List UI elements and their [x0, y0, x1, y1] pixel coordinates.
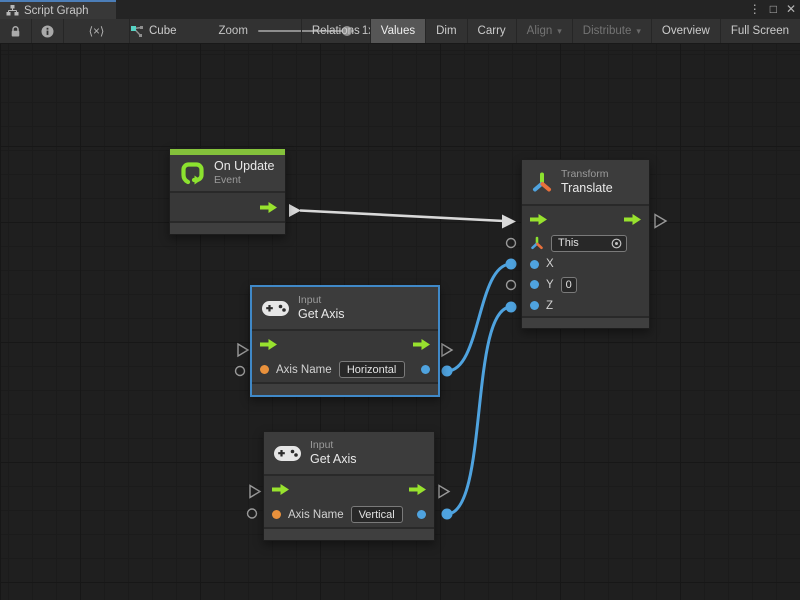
transform-axes-icon: [531, 171, 553, 194]
axis-name-row: Axis Name Vertical: [264, 502, 434, 527]
result-port-dot[interactable]: [421, 365, 430, 374]
get-axis-h-name-port[interactable]: [236, 367, 245, 376]
y-input-row: Y 0: [522, 274, 649, 295]
node-title: Get Axis: [298, 307, 345, 323]
z-port-dot[interactable]: [530, 301, 539, 310]
translate-z-port-dot[interactable]: [506, 302, 517, 313]
object-picker-icon[interactable]: [611, 238, 622, 249]
x-port-dot[interactable]: [530, 260, 539, 269]
node-translate[interactable]: Transform Translate This: [521, 159, 650, 329]
axis-name-value: Horizontal: [347, 364, 397, 376]
translate-exec-out-port[interactable]: [655, 215, 666, 228]
target-object-value: This: [558, 237, 579, 249]
gamepad-icon: [273, 445, 302, 462]
x-input-row: X: [522, 254, 649, 274]
node-header[interactable]: Input Get Axis: [252, 287, 438, 331]
node-subtitle: Event: [214, 174, 274, 187]
node-header[interactable]: On Update Event: [170, 155, 285, 193]
node-get-axis-vertical[interactable]: Input Get Axis Axis Name Vertical: [263, 431, 435, 541]
target-row: This: [522, 232, 649, 254]
get-axis-v-exec-in-port[interactable]: [250, 486, 260, 498]
exec-row: [264, 476, 434, 502]
node-get-axis-horizontal[interactable]: Input Get Axis Axis Name Horizontal: [250, 285, 440, 397]
node-title: On Update: [214, 159, 274, 175]
node-footer: [252, 382, 438, 395]
unity-window: Script Graph ⋮ □ ✕: [0, 0, 800, 600]
get-axis-h-out-dot[interactable]: [442, 366, 453, 377]
axis-name-label: Axis Name: [276, 364, 332, 376]
flow-arrow-out-icon[interactable]: [413, 339, 430, 350]
wire-on-update-to-translate[interactable]: [300, 211, 504, 222]
node-category: Transform: [561, 168, 613, 181]
gamepad-icon: [261, 300, 290, 317]
axis-name-port-dot[interactable]: [260, 365, 269, 374]
x-port-label: X: [546, 258, 554, 270]
flow-arrow-out-icon[interactable]: [409, 484, 426, 495]
result-port-dot[interactable]: [417, 510, 426, 519]
wire-end-arrow[interactable]: [502, 215, 516, 229]
translate-x-port-dot[interactable]: [506, 259, 517, 270]
wire-start-arrow[interactable]: [289, 204, 301, 217]
exec-row: [252, 331, 438, 357]
node-footer: [264, 527, 434, 540]
z-port-label: Z: [546, 300, 553, 312]
node-category: Input: [298, 294, 345, 307]
node-title: Get Axis: [310, 452, 357, 468]
y-port-label: Y: [546, 279, 554, 291]
y-value: 0: [566, 279, 572, 291]
get-axis-h-exec-in-port[interactable]: [238, 344, 248, 356]
event-loop-icon: [179, 160, 206, 187]
flow-arrow-out-icon[interactable]: [624, 214, 641, 225]
node-footer: [170, 221, 285, 234]
y-value-field[interactable]: 0: [561, 277, 577, 293]
flow-arrow-in-icon[interactable]: [272, 484, 289, 495]
node-header[interactable]: Input Get Axis: [264, 432, 434, 476]
axis-name-row: Axis Name Horizontal: [252, 357, 438, 382]
translate-this-port[interactable]: [507, 239, 516, 248]
target-object-field[interactable]: This: [551, 235, 627, 252]
get-axis-v-out-dot[interactable]: [442, 509, 453, 520]
exec-out-row: [170, 193, 285, 221]
y-port-dot[interactable]: [530, 280, 539, 289]
flow-arrow-out-icon[interactable]: [260, 202, 277, 213]
axis-name-field[interactable]: Horizontal: [339, 361, 405, 378]
exec-row: [522, 206, 649, 232]
get-axis-v-exec-out-port[interactable]: [439, 486, 449, 498]
node-title: Translate: [561, 181, 613, 197]
axis-name-label: Axis Name: [288, 509, 344, 521]
node-category: Input: [310, 439, 357, 452]
axis-name-value: Vertical: [359, 509, 395, 521]
translate-y-port[interactable]: [507, 281, 516, 290]
transform-mini-icon: [530, 236, 544, 250]
wire-horizontal-to-x[interactable]: [447, 264, 511, 371]
get-axis-h-exec-out-port[interactable]: [442, 344, 452, 356]
z-input-row: Z: [522, 295, 649, 316]
get-axis-v-name-port[interactable]: [248, 509, 257, 518]
axis-name-field[interactable]: Vertical: [351, 506, 403, 523]
flow-arrow-in-icon[interactable]: [260, 339, 277, 350]
node-footer: [522, 316, 649, 328]
wire-vertical-to-z[interactable]: [447, 307, 511, 514]
node-on-update[interactable]: On Update Event: [169, 148, 286, 235]
flow-arrow-in-icon[interactable]: [530, 214, 547, 225]
node-header[interactable]: Transform Translate: [522, 160, 649, 206]
axis-name-port-dot[interactable]: [272, 510, 281, 519]
